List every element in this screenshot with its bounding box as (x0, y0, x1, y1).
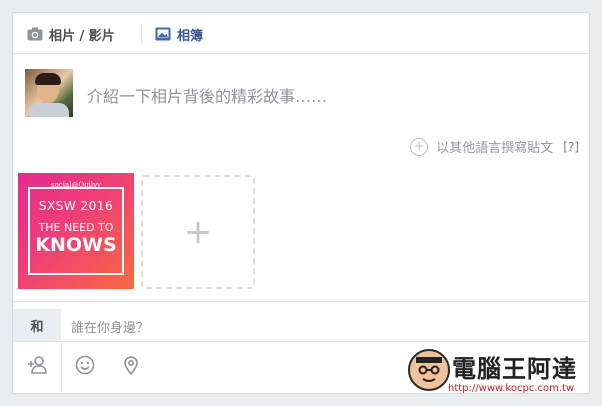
composer-tabs: 相片 / 影片 相簿 (13, 13, 589, 54)
camera-icon (27, 27, 43, 41)
location-button[interactable] (119, 355, 143, 379)
with-label: 和 (13, 309, 61, 341)
location-icon (120, 354, 142, 380)
attached-photo[interactable]: social@Ogilvy SXSW 2016 THE NEED TO KNOW… (18, 173, 134, 289)
tag-people-row: 和 誰在你身邊？ (13, 309, 589, 342)
photo-text-brand: social@Ogilvy (51, 181, 101, 189)
watermark-url: http://www.kocpc.com.tw (448, 383, 575, 394)
avatar (25, 69, 73, 117)
write-in-another-language[interactable]: + 以其他語言撰寫貼文 [?] (410, 137, 579, 156)
actions-divider (61, 343, 62, 391)
mascot-icon (408, 349, 450, 391)
caption-input[interactable]: 介紹一下相片背後的精彩故事…… (87, 83, 327, 107)
feeling-button[interactable] (73, 355, 97, 379)
composer-card: 相片 / 影片 相簿 介紹一下相片背後的精彩故事…… + 以其他語言撰寫貼文 [… (12, 12, 590, 394)
watermark: 電腦王阿達 http://www.kocpc.com.tw (408, 349, 588, 394)
album-icon (155, 27, 171, 41)
tab-divider (141, 24, 142, 44)
composer-actions: 電腦王阿達 http://www.kocpc.com.tw (13, 343, 589, 394)
photo-text-line4: KNOWS (35, 234, 117, 256)
tag-friends-icon (26, 354, 48, 380)
help-link[interactable]: [?] (563, 140, 579, 154)
section-divider (13, 301, 589, 302)
add-photo-button[interactable]: + (141, 175, 255, 289)
tab-album-label: 相簿 (177, 28, 204, 44)
photo-text-event: SXSW 2016 (38, 199, 114, 213)
tab-album[interactable]: 相簿 (155, 23, 203, 45)
tab-photo-video-label: 相片 / 影片 (49, 28, 115, 44)
add-circle-icon: + (410, 137, 429, 156)
photo-text-line3: THE NEED TO (38, 221, 114, 234)
plus-icon: + (183, 212, 213, 252)
tag-people-input[interactable]: 誰在你身邊？ (71, 317, 149, 336)
language-label: 以其他語言撰寫貼文 (436, 141, 554, 156)
tag-friends-button[interactable] (25, 355, 49, 379)
watermark-title: 電腦王阿達 (452, 355, 577, 383)
feeling-icon (74, 354, 96, 380)
tab-photo-video[interactable]: 相片 / 影片 (27, 23, 115, 45)
